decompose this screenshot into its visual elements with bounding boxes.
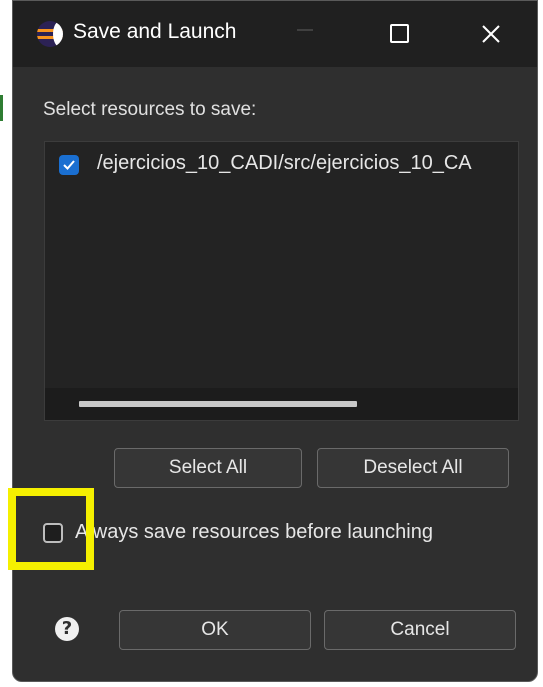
help-icon[interactable]: ?	[55, 617, 79, 641]
deselect-all-button[interactable]: Deselect All	[317, 448, 509, 488]
ok-label: OK	[201, 619, 229, 640]
resources-list[interactable]: /ejercicios_10_CADI/src/ejercicios_10_CA	[44, 141, 519, 421]
select-all-label: Select All	[168, 457, 248, 478]
ok-button[interactable]: OK	[119, 610, 311, 650]
select-all-button[interactable]: Select All	[114, 448, 302, 488]
close-icon[interactable]	[473, 15, 509, 51]
window-title: Save and Launch	[73, 20, 237, 43]
cancel-button[interactable]: Cancel	[324, 610, 516, 650]
background-window-edge	[0, 95, 3, 121]
checkmark-icon	[63, 160, 75, 170]
resource-checkbox[interactable]	[59, 155, 79, 175]
always-save-label: Always save resources before launching	[75, 521, 433, 543]
save-and-launch-dialog: Save and Launch Select resources to save…	[12, 0, 538, 682]
cancel-label: Cancel	[390, 619, 450, 640]
highlight-annotation	[8, 488, 94, 570]
select-resources-label: Select resources to save:	[43, 99, 257, 120]
scrollbar-thumb[interactable]	[79, 401, 357, 407]
minimize-icon[interactable]	[287, 15, 323, 51]
maximize-icon[interactable]	[381, 15, 417, 51]
title-bar: Save and Launch	[13, 1, 537, 67]
horizontal-scrollbar[interactable]	[45, 388, 518, 420]
resource-path: /ejercicios_10_CADI/src/ejercicios_10_CA	[97, 152, 472, 174]
eclipse-icon	[37, 21, 63, 47]
deselect-all-label: Deselect All	[363, 457, 463, 478]
